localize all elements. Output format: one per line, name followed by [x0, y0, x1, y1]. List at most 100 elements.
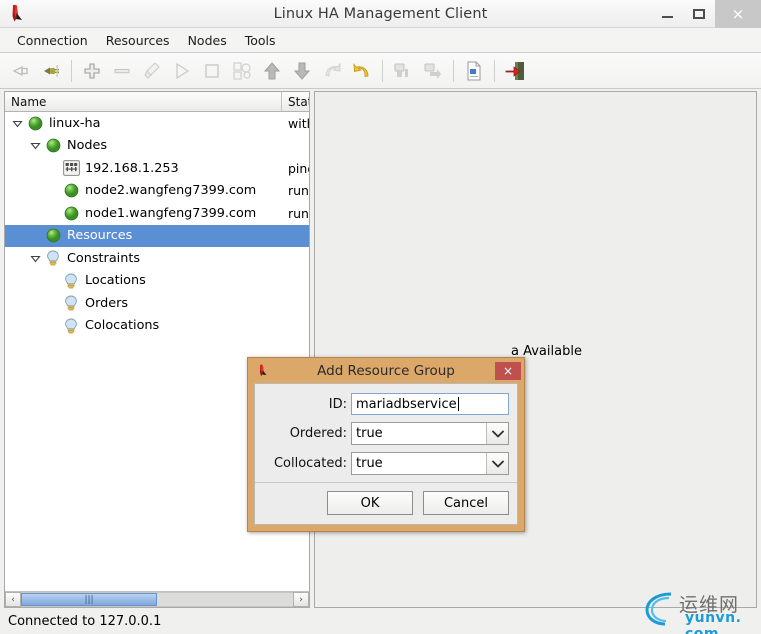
collocated-label: Collocated:: [273, 456, 347, 471]
menu-connection[interactable]: Connection: [8, 30, 97, 51]
collocated-select-value: true: [356, 456, 383, 471]
toolbar-separator: [453, 59, 454, 82]
main-split-pane: Name Stat linux-ha: [0, 89, 761, 608]
tree-row[interactable]: node1.wangfeng7399.com runi: [5, 202, 309, 225]
column-header-status[interactable]: Stat: [282, 92, 309, 111]
tree-row[interactable]: linux-ha with: [5, 112, 309, 135]
bulb-icon: [62, 272, 80, 290]
menu-resources[interactable]: Resources: [97, 30, 179, 51]
cancel-button[interactable]: Cancel: [423, 491, 509, 515]
window-title: Linux HA Management Client: [273, 5, 488, 22]
app-logo-icon: [254, 362, 272, 380]
bulb-icon: [62, 317, 80, 335]
green-circle-icon: [44, 137, 62, 155]
chevron-down-icon[interactable]: [486, 423, 508, 444]
ping-node-icon: [62, 159, 80, 177]
id-input[interactable]: mariadbservice: [351, 393, 509, 415]
tree-row-label-area: Orders: [5, 294, 282, 312]
tree-row-label-area: node1.wangfeng7399.com: [5, 204, 282, 222]
connect-icon[interactable]: [6, 56, 36, 86]
add-resource-group-dialog: Add Resource Group × ID: mariadbservice …: [247, 357, 525, 532]
id-input-value: mariadbservice: [356, 396, 457, 412]
tree-row-label-area: Nodes: [5, 137, 282, 155]
ordered-select-value: true: [356, 426, 383, 441]
scrollbar-thumb[interactable]: |||: [21, 593, 157, 606]
expand-collapse-icon[interactable]: [27, 250, 44, 267]
bulb-icon: [62, 294, 80, 312]
tree-row[interactable]: Locations: [5, 270, 309, 293]
scroll-left-arrow-icon[interactable]: ‹: [5, 592, 21, 607]
remove-minus-icon: [107, 56, 137, 86]
window-titlebar: Linux HA Management Client ×: [0, 0, 761, 28]
ok-button[interactable]: OK: [327, 491, 413, 515]
column-header-name[interactable]: Name: [5, 92, 282, 111]
move-up-arrow-icon[interactable]: [257, 56, 287, 86]
report-document-icon[interactable]: [459, 56, 489, 86]
green-circle-icon: [62, 182, 80, 200]
tree-row-status: with: [288, 115, 309, 131]
green-circle-icon: [26, 114, 44, 132]
id-label: ID:: [328, 396, 347, 412]
undo-arrow-icon[interactable]: [347, 56, 377, 86]
tree-row[interactable]: node2.wangfeng7399.com runi: [5, 180, 309, 203]
dialog-title: Add Resource Group: [317, 362, 455, 379]
minimize-button[interactable]: [651, 0, 683, 28]
ordered-label: Ordered:: [289, 426, 347, 441]
toolbar-separator: [382, 59, 383, 82]
chevron-down-icon[interactable]: [486, 453, 508, 474]
window-controls: ×: [651, 0, 761, 28]
close-button[interactable]: ×: [715, 0, 761, 28]
dialog-titlebar: Add Resource Group ×: [248, 358, 524, 383]
scrollbar-track[interactable]: |||: [21, 592, 293, 607]
dialog-button-bar: OK Cancel: [255, 482, 517, 524]
tree-row-label-area: 192.168.1.253: [5, 159, 282, 177]
expand-collapse-icon[interactable]: [9, 115, 26, 132]
text-caret: [457, 397, 459, 411]
tree-row-label-area: linux-ha: [5, 114, 282, 132]
application-window: Linux HA Management Client × Connection …: [0, 0, 761, 634]
tree-row[interactable]: Colocations: [5, 315, 309, 338]
tree-row[interactable]: Orders: [5, 292, 309, 315]
tree-row-label: linux-ha: [49, 115, 101, 131]
unmigrate-node-icon: [418, 56, 448, 86]
maximize-button[interactable]: [683, 0, 715, 28]
toolbar: [0, 53, 761, 89]
tree-horizontal-scrollbar[interactable]: ‹ ||| ›: [5, 591, 309, 607]
add-plus-icon[interactable]: [77, 56, 107, 86]
move-down-arrow-icon[interactable]: [287, 56, 317, 86]
minimize-icon: [661, 15, 673, 18]
expand-collapse-icon[interactable]: [27, 137, 44, 154]
toolbar-separator: [494, 59, 495, 82]
menu-tools[interactable]: Tools: [236, 30, 285, 51]
tree-row-label: Colocations: [85, 318, 160, 334]
tree-row[interactable]: Constraints: [5, 247, 309, 270]
tree-row-status: runi: [288, 183, 309, 199]
maximize-icon: [693, 8, 705, 19]
disconnect-plug-icon[interactable]: [36, 56, 66, 86]
ordered-select[interactable]: true: [351, 422, 509, 445]
collocated-select[interactable]: true: [351, 452, 509, 475]
dialog-close-button[interactable]: ×: [495, 361, 521, 380]
tree-row-label-area: node2.wangfeng7399.com: [5, 182, 282, 200]
tree-row-label: 192.168.1.253: [85, 160, 179, 176]
tree-row[interactable]: 192.168.1.253 ping: [5, 157, 309, 180]
tree-row-label: Nodes: [67, 138, 108, 154]
statusbar: Connected to 127.0.0.1: [0, 608, 761, 634]
tree-row-label: node2.wangfeng7399.com: [85, 183, 257, 199]
form-row-ordered: Ordered: true: [263, 422, 509, 445]
redo-arrow-icon: [317, 56, 347, 86]
exit-door-icon[interactable]: [500, 56, 530, 86]
migrate-node-icon: [388, 56, 418, 86]
cleanup-brush-icon: [137, 56, 167, 86]
connection-status-text: Connected to 127.0.0.1: [8, 613, 162, 629]
form-row-id: ID: mariadbservice: [263, 393, 509, 415]
tree-row[interactable]: Nodes: [5, 135, 309, 158]
app-logo-icon: [4, 1, 30, 27]
tree-row-label: Locations: [85, 273, 146, 289]
menu-nodes[interactable]: Nodes: [179, 30, 236, 51]
scroll-right-arrow-icon[interactable]: ›: [293, 592, 309, 607]
tree-row-label-area: Constraints: [5, 249, 282, 267]
tree-row-status: runi: [288, 205, 309, 221]
tree-row-resources[interactable]: Resources: [5, 224, 309, 247]
dialog-body: ID: mariadbservice Ordered: true Colloca…: [254, 383, 518, 525]
